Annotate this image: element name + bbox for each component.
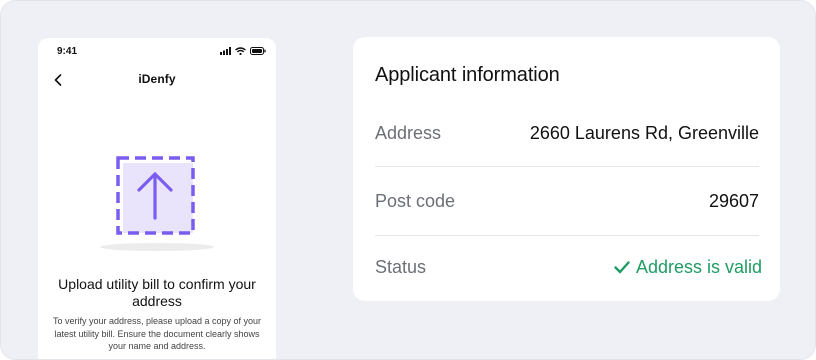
status-value: Address is valid bbox=[614, 256, 762, 278]
upload-title: Upload utility bill to confirm your addr… bbox=[58, 276, 256, 309]
address-value: 2660 Laurens Rd, Greenville bbox=[529, 123, 759, 143]
status-bar: 9:41 bbox=[38, 38, 276, 62]
signal-icon bbox=[220, 47, 231, 55]
canvas: 9:41 iDenfy Upload utility bill to confi… bbox=[0, 0, 816, 360]
checkmark-icon bbox=[614, 260, 630, 273]
status-time: 9:41 bbox=[57, 46, 78, 57]
status-icons bbox=[220, 47, 266, 55]
wifi-icon bbox=[235, 47, 246, 55]
status-row: Status Address is valid bbox=[375, 256, 762, 324]
status-text: Address is valid bbox=[635, 257, 762, 277]
app-header: iDenfy bbox=[38, 68, 276, 92]
divider bbox=[375, 166, 759, 167]
divider bbox=[375, 235, 759, 236]
card-title: Applicant information bbox=[375, 64, 560, 86]
postcode-label: Post code bbox=[375, 191, 456, 211]
battery-icon bbox=[250, 47, 266, 55]
address-label: Address bbox=[375, 123, 442, 143]
postcode-value: 29607 bbox=[708, 191, 759, 211]
phone-screen: 9:41 iDenfy Upload utility bill to confi… bbox=[38, 38, 276, 359]
address-row: Address 2660 Laurens Rd, Greenville bbox=[375, 122, 759, 190]
upload-illustration bbox=[100, 156, 214, 251]
postcode-row: Post code 29607 bbox=[375, 190, 759, 258]
status-label: Status bbox=[375, 257, 427, 277]
upload-description: To verify your address, please upload a … bbox=[52, 316, 262, 351]
applicant-info-card: Applicant information Address 2660 Laure… bbox=[353, 37, 780, 301]
brand-logo: iDenfy bbox=[138, 72, 176, 86]
